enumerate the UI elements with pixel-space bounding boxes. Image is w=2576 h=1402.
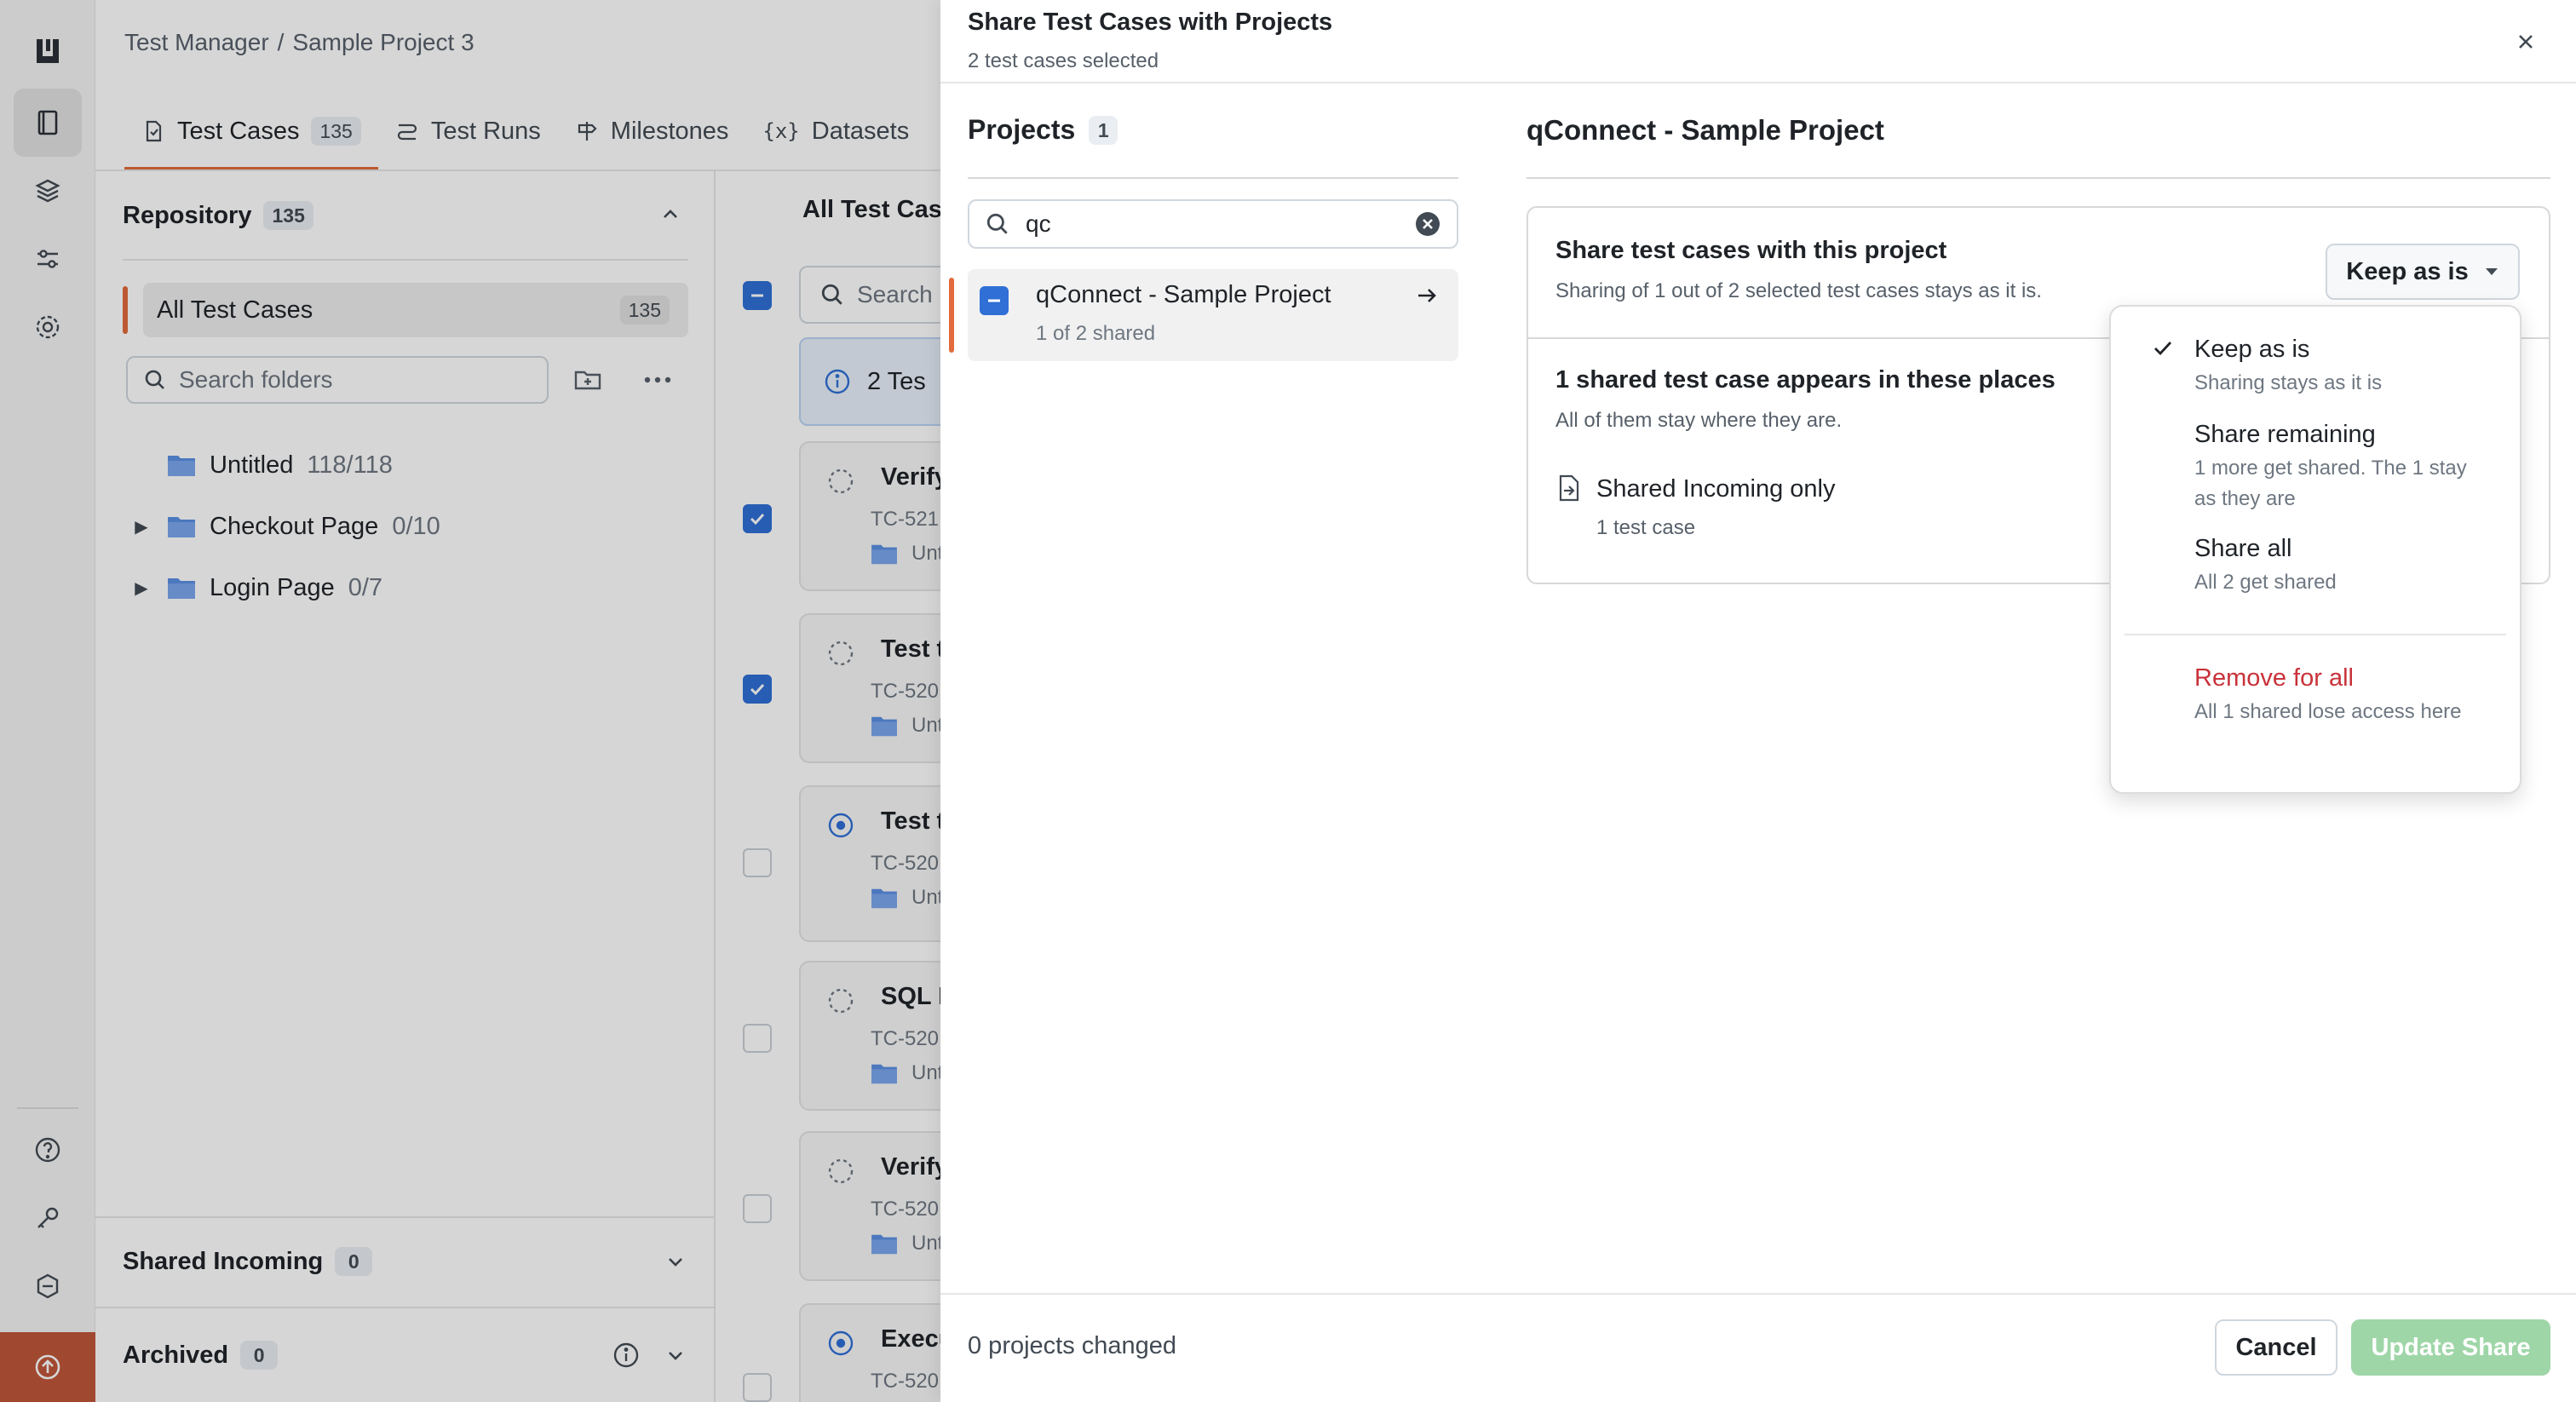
active-indicator [949, 278, 954, 353]
search-icon [986, 213, 1008, 234]
option-remove-for-all[interactable]: Remove for all All 1 shared lose access … [2111, 647, 2520, 756]
projects-label: Projects [968, 114, 1076, 145]
detail-title: qConnect - Sample Project [1527, 114, 1884, 146]
detail-divider [1527, 177, 2550, 179]
share-action-dropdown: Keep as is Sharing stays as it is Share … [2109, 305, 2521, 794]
option-share-all[interactable]: Share all All 2 get shared [2111, 518, 2520, 600]
option-label: Keep as is [2194, 336, 2310, 363]
share-heading: Share test cases with this project [1555, 237, 1947, 264]
option-keep-as-is[interactable]: Keep as is Sharing stays as it is [2111, 319, 2520, 400]
project-name: qConnect - Sample Project [1036, 281, 1331, 308]
option-description: Sharing stays as it is [2194, 371, 2383, 394]
cancel-button[interactable]: Cancel [2215, 1319, 2337, 1376]
project-search-input[interactable]: qc [968, 199, 1458, 249]
update-share-button[interactable]: Update Share [2351, 1319, 2550, 1376]
footer-status: 0 projects changed [968, 1332, 1177, 1359]
arrow-right-icon [1418, 289, 1436, 302]
option-label-danger: Remove for all [2194, 664, 2354, 692]
option-description: All 2 get shared [2194, 571, 2337, 594]
option-label: Share remaining [2194, 421, 2376, 448]
place-name: Shared Incoming only [1596, 475, 1836, 503]
projects-header: Projects 1 [968, 114, 1118, 146]
share-action-value: Keep as is [2346, 257, 2469, 285]
modal-footer-divider [940, 1293, 2576, 1295]
close-icon[interactable] [2508, 24, 2544, 60]
project-partial-checkbox[interactable] [980, 286, 1009, 315]
place-meta: 1 test case [1596, 516, 1696, 539]
option-share-remaining[interactable]: Share remaining 1 more get shared. The 1… [2111, 404, 2520, 513]
places-heading: 1 shared test case appears in these plac… [1555, 366, 2056, 394]
share-description: Sharing of 1 out of 2 selected test case… [1555, 279, 2042, 302]
modal-backdrop[interactable] [0, 0, 940, 1402]
modal-subtitle: 2 test cases selected [968, 49, 1159, 72]
shared-incoming-icon [1559, 474, 1579, 502]
option-description: All 1 shared lose access here [2194, 700, 2462, 723]
caret-down-icon [2485, 268, 2498, 275]
project-share-meta: 1 of 2 shared [1036, 322, 1156, 345]
check-icon [2154, 342, 2172, 356]
dropdown-divider [2125, 634, 2506, 635]
clear-search-icon[interactable] [1414, 210, 1441, 238]
projects-divider [968, 177, 1458, 179]
share-action-select[interactable]: Keep as is [2326, 244, 2520, 300]
project-list-item[interactable]: qConnect - Sample Project 1 of 2 shared [968, 269, 1458, 361]
option-label: Share all [2194, 535, 2292, 562]
places-description: All of them stay where they are. [1555, 409, 1843, 432]
modal-header-divider [940, 82, 2576, 83]
project-search-value: qc [1026, 210, 1051, 237]
projects-count-badge: 1 [1089, 115, 1118, 145]
option-description: 1 more get shared. The 1 stay as they ar… [2194, 457, 2467, 510]
modal-title: Share Test Cases with Projects [968, 9, 1333, 36]
